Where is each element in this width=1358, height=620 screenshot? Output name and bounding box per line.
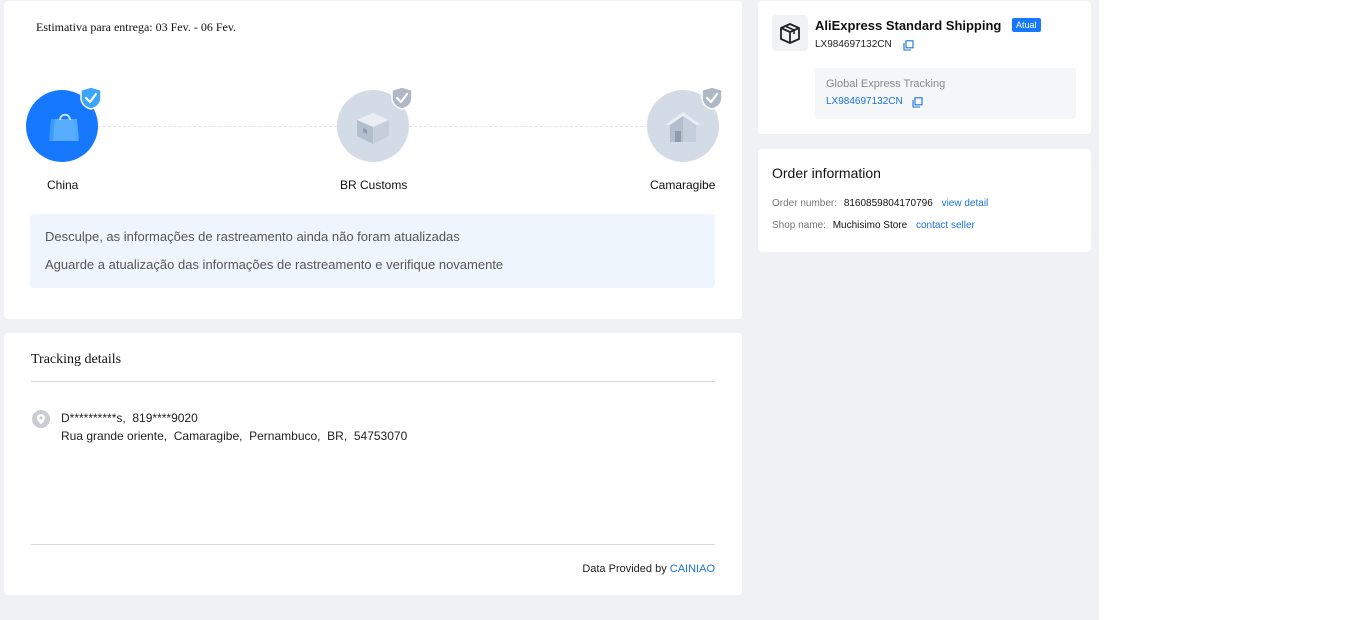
copy-icon[interactable]	[912, 97, 923, 108]
tracking-number: LX984697132CN	[815, 39, 892, 50]
step-label: Camaragibe	[650, 178, 716, 192]
shield-check-icon	[80, 86, 102, 110]
progress-step-br-customs: BR Customs	[337, 86, 413, 192]
recipient-name: D**********s,	[61, 411, 126, 425]
location-pin-icon	[32, 410, 50, 428]
order-information-title: Order information	[772, 165, 881, 181]
shield-check-icon	[391, 86, 413, 110]
provider-prefix: Data Provided by	[582, 563, 667, 575]
order-number-row: Order number: 8160859804170796 view deta…	[772, 198, 988, 209]
package-box-icon	[357, 113, 389, 144]
global-tracking-label: Global Express Tracking	[826, 78, 946, 90]
delivery-estimate: Estimativa para entrega: 03 Fev. - 06 Fe…	[36, 20, 237, 34]
shopping-bag-icon	[49, 113, 79, 141]
recipient-phone: 819****9020	[132, 411, 198, 425]
order-number-value: 8160859804170796	[843, 198, 933, 209]
step-label: BR Customs	[340, 178, 408, 192]
order-number-label: Order number:	[772, 198, 838, 209]
view-detail-link[interactable]: view detail	[942, 198, 989, 209]
notice-line-1: Desculpe, as informações de rastreamento…	[45, 229, 460, 244]
shield-check-icon	[701, 86, 723, 110]
tracking-notice-box: Desculpe, as informações de rastreamento…	[30, 214, 715, 288]
shipping-method-card: AliExpress Standard Shipping Atual LX984…	[758, 1, 1091, 134]
order-information-card: Order information Order number: 81608598…	[758, 149, 1091, 252]
progress-step-china: China	[26, 86, 102, 192]
progress-step-camaragibe: Camaragibe	[647, 86, 723, 192]
house-icon	[665, 112, 701, 142]
contact-seller-link[interactable]: contact seller	[916, 220, 975, 231]
shop-name-label: Shop name:	[772, 220, 826, 231]
tracking-details-title: Tracking details	[31, 352, 122, 367]
divider	[31, 544, 715, 545]
data-provider: Data Provided by CAINIAO	[582, 563, 715, 575]
address-zip: 54753070	[353, 429, 408, 443]
recipient-line: D**********s, 819****9020	[61, 411, 198, 425]
global-tracking-box: Global Express Tracking LX984697132CN	[815, 68, 1076, 119]
shop-name-row: Shop name: Muchisimo Store contact selle…	[772, 220, 975, 231]
address-state: Pernambuco,	[249, 429, 321, 443]
delivery-progress-card: Estimativa para entrega: 03 Fev. - 06 Fe…	[4, 1, 742, 319]
divider	[31, 381, 715, 382]
package-icon-box	[772, 15, 808, 51]
tracking-details-card: Tracking details D**********s, 819****90…	[4, 333, 742, 595]
current-badge: Atual	[1012, 18, 1041, 32]
global-tracking-number[interactable]: LX984697132CN	[826, 96, 903, 107]
address-street: Rua grande oriente,	[61, 429, 168, 443]
provider-link[interactable]: CAINIAO	[670, 563, 715, 575]
notice-line-2: Aguarde a atualização das informações de…	[45, 257, 504, 272]
carrier-name: AliExpress Standard Shipping	[815, 18, 1002, 33]
package-icon	[780, 23, 800, 44]
address-city: Camaragibe,	[173, 429, 243, 443]
address-country: BR,	[327, 429, 348, 443]
address-line: Rua grande oriente, Camaragibe, Pernambu…	[61, 429, 407, 443]
copy-icon[interactable]	[903, 40, 914, 51]
step-label: China	[47, 178, 79, 192]
shop-name-value: Muchisimo Store	[832, 220, 908, 231]
